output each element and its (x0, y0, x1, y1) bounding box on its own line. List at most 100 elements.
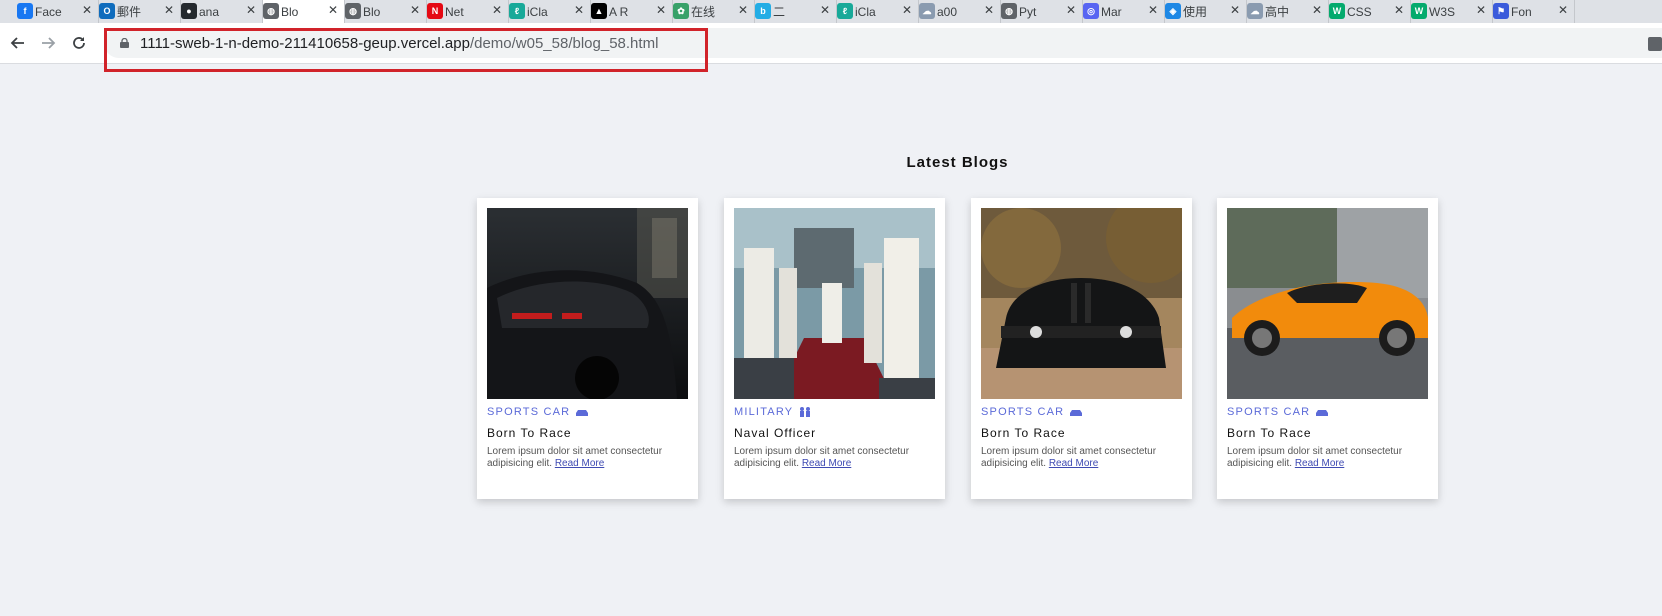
black-lamborghini-photo (487, 208, 688, 399)
card-body: Lorem ipsum dolor sit amet consectetur a… (734, 446, 939, 470)
blog-card: MILITARY Naval Officer Lorem ipsum dolor… (724, 198, 945, 499)
card-category: SPORTS CAR (1227, 406, 1329, 418)
black-challenger-photo (981, 208, 1182, 399)
arrow-right-icon (42, 37, 56, 49)
close-tab-icon[interactable]: ✕ (738, 3, 748, 17)
browser-tab[interactable]: ℓ iCla ✕ (837, 0, 919, 23)
github-icon: ● (181, 3, 197, 19)
browser-tab[interactable]: ◈ 使用 ✕ (1165, 0, 1247, 23)
flag-icon: ⚑ (1493, 3, 1509, 19)
read-more-link[interactable]: Read More (802, 458, 851, 469)
close-tab-icon[interactable]: ✕ (328, 3, 338, 17)
tab-title: iCla (855, 4, 876, 19)
close-tab-icon[interactable]: ✕ (984, 3, 994, 17)
tab-title: Fon (1511, 4, 1532, 19)
browser-tab[interactable]: ◍ Blo ✕ (345, 0, 427, 23)
page-title: Latest Blogs (906, 154, 1009, 171)
tab-title: Net (445, 4, 464, 19)
card-category: MILITARY (734, 406, 812, 418)
browser-tab[interactable]: ◍ Pyt ✕ (1001, 0, 1083, 23)
close-tab-icon[interactable]: ✕ (1558, 3, 1568, 17)
browser-tab[interactable]: W W3S ✕ (1411, 0, 1493, 23)
browser-tab[interactable]: ◎ Mar ✕ (1083, 0, 1165, 23)
card-body: Lorem ipsum dolor sit amet consectetur a… (981, 446, 1186, 470)
tab-title: Blo (281, 4, 299, 19)
browser-tab[interactable]: W CSS ✕ (1329, 0, 1411, 23)
category-label: SPORTS CAR (487, 406, 571, 418)
triangle-icon: ▲ (591, 3, 607, 19)
close-tab-icon[interactable]: ✕ (1394, 3, 1404, 17)
close-tab-icon[interactable]: ✕ (1476, 3, 1486, 17)
close-tab-icon[interactable]: ✕ (246, 3, 256, 17)
card-title: Born To Race (487, 426, 572, 440)
category-label: MILITARY (734, 406, 794, 418)
blog-card: SPORTS CAR Born To Race Lorem ipsum dolo… (971, 198, 1192, 499)
tab-title: Mar (1101, 4, 1122, 19)
tab-title: Blo (363, 4, 381, 19)
bilibili-icon: b (755, 3, 771, 19)
close-tab-icon[interactable]: ✕ (1230, 3, 1240, 17)
browser-tab[interactable]: ☁ a00 ✕ (919, 0, 1001, 23)
tab-title: Face (35, 4, 62, 19)
close-tab-icon[interactable]: ✕ (492, 3, 502, 17)
close-tab-icon[interactable]: ✕ (1066, 3, 1076, 17)
read-more-link[interactable]: Read More (1295, 458, 1344, 469)
card-category: SPORTS CAR (487, 406, 589, 418)
arrow-left-icon (10, 37, 24, 49)
browser-tab[interactable]: N Net ✕ (427, 0, 509, 23)
flower-icon: ✿ (673, 3, 689, 19)
browser-tab[interactable]: ⚑ Fon ✕ (1493, 0, 1575, 23)
browser-tab[interactable]: ℓ iCla ✕ (509, 0, 591, 23)
card-title: Born To Race (1227, 426, 1312, 440)
read-more-link[interactable]: Read More (1049, 458, 1098, 469)
car-icon (1070, 410, 1083, 416)
w3schools-icon: W (1329, 3, 1345, 19)
tab-title: Pyt (1019, 4, 1037, 19)
iclass-icon: ℓ (509, 3, 525, 19)
tab-title: iCla (527, 4, 548, 19)
close-tab-icon[interactable]: ✕ (902, 3, 912, 17)
tab-title: CSS (1347, 4, 1372, 19)
close-tab-icon[interactable]: ✕ (410, 3, 420, 17)
facebook-icon: f (17, 3, 33, 19)
close-tab-icon[interactable]: ✕ (1312, 3, 1322, 17)
close-tab-icon[interactable]: ✕ (164, 3, 174, 17)
tab-title: ana (199, 4, 220, 19)
forward-button[interactable] (36, 31, 60, 55)
browser-tab[interactable]: ● ana ✕ (181, 0, 263, 23)
close-tab-icon[interactable]: ✕ (656, 3, 666, 17)
discord-icon: ◎ (1083, 3, 1099, 19)
browser-tab[interactable]: O 郵件 ✕ (99, 0, 181, 23)
close-tab-icon[interactable]: ✕ (82, 3, 92, 17)
card-title: Naval Officer (734, 426, 817, 440)
close-tab-icon[interactable]: ✕ (1148, 3, 1158, 17)
back-button[interactable] (6, 31, 30, 55)
tab-title: a00 (937, 4, 958, 19)
browser-tab[interactable]: ◍ Blo ✕ (263, 0, 345, 23)
url-highlight-box (104, 28, 708, 72)
browser-tab[interactable]: ▲ A R ✕ (591, 0, 673, 23)
tab-title: 高中 (1265, 5, 1290, 19)
w3schools-icon: W (1411, 3, 1427, 19)
translate-icon[interactable] (1648, 37, 1662, 51)
close-tab-icon[interactable]: ✕ (574, 3, 584, 17)
category-label: SPORTS CAR (981, 406, 1065, 418)
tab-title: 二 (773, 5, 786, 19)
browser-tab[interactable]: ☁ 高中 ✕ (1247, 0, 1329, 23)
browser-tab[interactable]: b 二 ✕ (755, 0, 837, 23)
netflix-icon: N (427, 3, 443, 19)
cloud-icon: ☁ (1247, 3, 1263, 19)
card-title: Born To Race (981, 426, 1066, 440)
blog-card: SPORTS CAR Born To Race Lorem ipsum dolo… (1217, 198, 1438, 499)
close-tab-icon[interactable]: ✕ (820, 3, 830, 17)
tab-title: 在线 (691, 5, 716, 19)
browser-tab[interactable]: ✿ 在线 ✕ (673, 0, 755, 23)
read-more-link[interactable]: Read More (555, 458, 604, 469)
iclass-icon: ℓ (837, 3, 853, 19)
browser-tab[interactable]: f Face ✕ (17, 0, 99, 23)
car-icon (576, 410, 589, 416)
globe-icon: ◍ (263, 3, 279, 19)
card-body: Lorem ipsum dolor sit amet consectetur a… (487, 446, 692, 470)
tab-strip: f Face ✕ O 郵件 ✕ ● ana ✕ ◍ Blo ✕ ◍ Blo ✕ N Net ✕ ℓ iCla ✕ ▲ A R… (0, 0, 1662, 23)
reload-button[interactable] (67, 31, 91, 55)
